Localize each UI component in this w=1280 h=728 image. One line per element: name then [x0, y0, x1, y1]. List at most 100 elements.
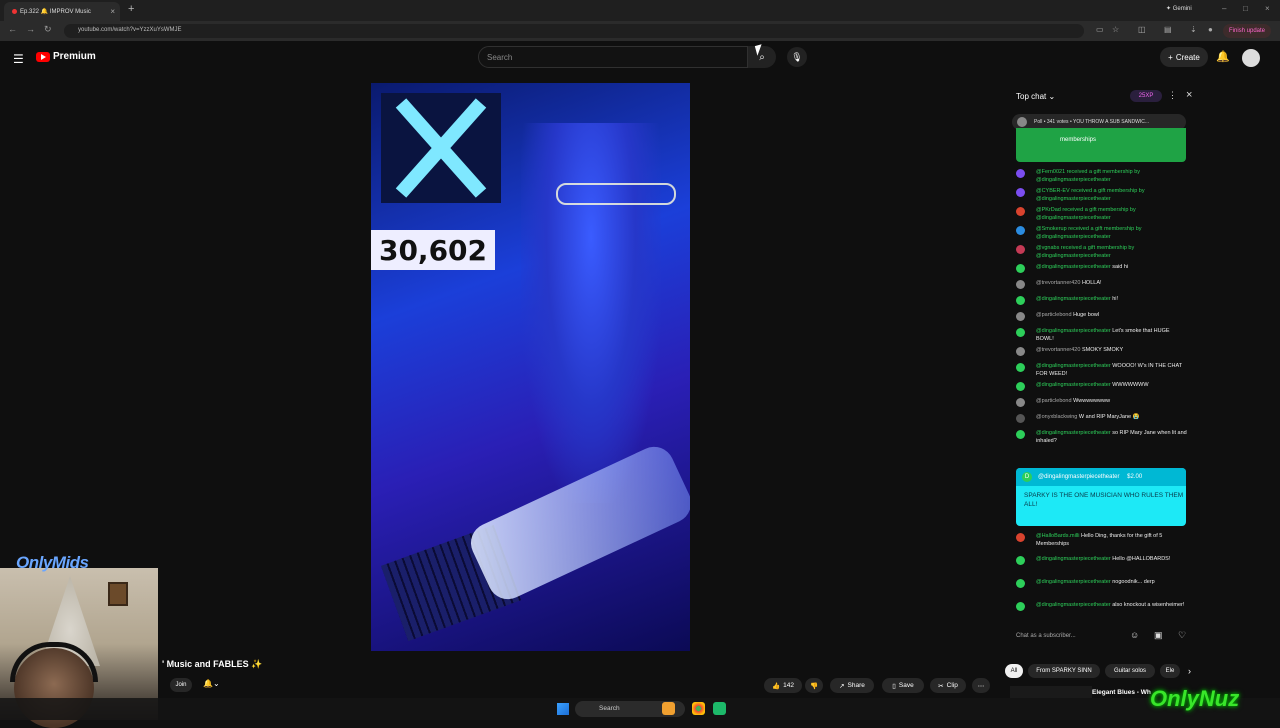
- chat-message[interactable]: @dingalingmasterpiecetheater WOOOO! W's …: [1016, 362, 1188, 378]
- profile-icon[interactable]: ●: [1208, 25, 1213, 34]
- chat-message[interactable]: @trevortanner420 SMOKY SMOKY: [1016, 346, 1188, 356]
- share-label: Share: [847, 682, 865, 689]
- more-actions-button[interactable]: ⋯: [972, 678, 990, 693]
- chat-input[interactable]: Chat as a subscriber...: [1016, 629, 1128, 643]
- close-tab-icon[interactable]: ×: [110, 7, 115, 16]
- chat-message[interactable]: @particlebond Huge bowl: [1016, 311, 1188, 321]
- chat-message[interactable]: @trevortanner420 HOLLA!: [1016, 279, 1188, 289]
- chat-author[interactable]: @dingalingmasterpiecetheater: [1036, 264, 1112, 270]
- chat-author[interactable]: @dingalingmasterpiecetheater: [1036, 430, 1112, 436]
- chat-message-text: @onyxblackwing W and RIP MaryJane 😭: [1016, 413, 1188, 421]
- dislike-button[interactable]: 👎: [805, 678, 823, 693]
- chat-avatar: [1016, 226, 1025, 235]
- browser-tab[interactable]: Ep.322 🔔 IMPROV Music ×: [4, 2, 120, 21]
- chat-author[interactable]: @PKrDad: [1036, 207, 1062, 213]
- new-tab-button[interactable]: +: [128, 3, 134, 15]
- url-field[interactable]: youtube.com/watch?v=YzzXuYsWMJE: [64, 24, 1084, 38]
- chat-message[interactable]: @CYBER-EV received a gift membership by …: [1016, 187, 1188, 203]
- chip-guitar-solos[interactable]: Guitar solos: [1105, 664, 1155, 678]
- cast-icon[interactable]: ▭: [1096, 25, 1104, 34]
- downloads-icon[interactable]: ⇣: [1190, 25, 1197, 34]
- chat-author[interactable]: @dingalingmasterpiecetheater: [1036, 382, 1112, 388]
- chip-more[interactable]: Ele: [1160, 664, 1180, 678]
- xp-badge[interactable]: 25XP: [1130, 90, 1162, 102]
- chat-text: said hi: [1112, 264, 1129, 270]
- voice-search-button[interactable]: 🎙: [787, 47, 807, 67]
- maximize-icon[interactable]: □: [1243, 4, 1248, 13]
- avatar[interactable]: [1242, 49, 1260, 67]
- close-window-icon[interactable]: ×: [1265, 4, 1270, 13]
- chat-author[interactable]: @dingalingmasterpiecetheater: [1036, 363, 1112, 369]
- chat-author[interactable]: @dingalingmasterpiecetheater: [1036, 328, 1112, 334]
- chat-author[interactable]: @HalloBards.milli: [1036, 533, 1081, 539]
- menu-icon[interactable]: ☰: [13, 52, 24, 66]
- heart-icon[interactable]: ♡: [1178, 630, 1186, 641]
- chat-message[interactable]: @PKrDad received a gift membership by @d…: [1016, 206, 1188, 222]
- chat-message[interactable]: @dingalingmasterpiecetheater also knocko…: [1016, 601, 1188, 611]
- chat-message[interactable]: @vgnabs received a gift membership by @d…: [1016, 244, 1188, 260]
- subscription-bell-icon[interactable]: 🔔⌄: [203, 679, 220, 688]
- chat-message[interactable]: @dingalingmasterpiecetheater so RIP Mary…: [1016, 429, 1188, 445]
- chat-message[interactable]: @HalloBards.milli Hello Ding, thanks for…: [1016, 532, 1188, 548]
- chat-message-text: @trevortanner420 HOLLA!: [1016, 279, 1188, 287]
- create-button[interactable]: + Create: [1160, 47, 1208, 67]
- superchat[interactable]: D @dingalingmasterpiecetheater $2.00 SPA…: [1016, 468, 1186, 526]
- windows-start-icon[interactable]: [557, 703, 569, 715]
- chat-author[interactable]: @trevortanner420: [1036, 280, 1082, 286]
- share-button[interactable]: ↗ Share: [830, 678, 874, 693]
- chat-message[interactable]: @dingalingmasterpiecetheater Let's smoke…: [1016, 327, 1188, 343]
- chat-message[interactable]: @onyxblackwing W and RIP MaryJane 😭: [1016, 413, 1188, 423]
- chat-author[interactable]: @dingalingmasterpiecetheater: [1036, 296, 1112, 302]
- chat-message[interactable]: @dingalingmasterpiecetheater said hi: [1016, 263, 1188, 273]
- chat-message[interactable]: @Smokerup received a gift membership by …: [1016, 225, 1188, 241]
- chip-from-channel[interactable]: From SPARKY SINN: [1028, 664, 1100, 678]
- obs-icon[interactable]: [713, 702, 726, 715]
- close-chat-icon[interactable]: ×: [1186, 89, 1192, 101]
- chat-author[interactable]: @Fern0021: [1036, 169, 1067, 175]
- chat-message[interactable]: @dingalingmasterpiecetheater WWWWWWW: [1016, 381, 1188, 391]
- notifications-bell-icon[interactable]: 🔔: [1216, 50, 1230, 63]
- sidebar-icon[interactable]: ▤: [1164, 25, 1172, 34]
- minimize-icon[interactable]: –: [1222, 4, 1226, 13]
- video-player[interactable]: 30,602: [371, 83, 690, 651]
- chat-author[interactable]: @onyxblackwing: [1036, 414, 1079, 420]
- chat-author[interactable]: @CYBER-EV: [1036, 188, 1071, 194]
- chat-author[interactable]: @dingalingmasterpiecetheater: [1036, 602, 1112, 608]
- search-input[interactable]: Search: [478, 46, 748, 68]
- chat-message[interactable]: @Fern0021 received a gift membership by …: [1016, 168, 1188, 184]
- reload-icon[interactable]: ↻: [44, 24, 52, 35]
- recommendation-thumbnail[interactable]: [1010, 686, 1092, 698]
- chat-author[interactable]: @dingalingmasterpiecetheater: [1036, 556, 1112, 562]
- back-icon[interactable]: ←: [8, 24, 17, 34]
- chat-author[interactable]: @dingalingmasterpiecetheater: [1036, 579, 1112, 585]
- chrome-icon[interactable]: [692, 702, 705, 715]
- join-button[interactable]: Join: [170, 678, 192, 692]
- bookmark-star-icon[interactable]: ☆: [1112, 25, 1119, 34]
- chat-message[interactable]: @dingalingmasterpiecetheater Hello @HALL…: [1016, 555, 1188, 565]
- gift-icon[interactable]: ▣: [1154, 630, 1163, 641]
- clip-button[interactable]: ✂ Clip: [930, 678, 966, 693]
- gemini-button[interactable]: ✦ Gemini: [1166, 5, 1192, 12]
- extensions-icon[interactable]: ◫: [1138, 25, 1146, 34]
- top-chat-dropdown[interactable]: Top chat ⌄: [1016, 92, 1055, 101]
- like-button[interactable]: 👍 142: [764, 678, 802, 693]
- youtube-logo[interactable]: Premium: [36, 51, 96, 62]
- chat-author[interactable]: @trevortanner420: [1036, 347, 1082, 353]
- chat-message[interactable]: @dingalingmasterpiecetheater nogoodnik..…: [1016, 578, 1188, 588]
- chip-all[interactable]: All: [1005, 664, 1023, 678]
- chat-author[interactable]: @particlebond: [1036, 312, 1073, 318]
- finish-update-button[interactable]: Finish update: [1223, 24, 1271, 38]
- chat-message[interactable]: @dingalingmasterpiecetheater hi!: [1016, 295, 1188, 305]
- chat-author[interactable]: @vgnabs: [1036, 245, 1061, 251]
- recommendation-title[interactable]: Elegant Blues - Wh: [1092, 689, 1151, 696]
- chevron-right-icon[interactable]: ›: [1188, 666, 1191, 676]
- chat-author[interactable]: @particlebond: [1036, 398, 1073, 404]
- brand-label: Premium: [53, 51, 96, 62]
- save-button[interactable]: ▯ Save: [882, 678, 924, 693]
- forward-icon[interactable]: →: [26, 24, 35, 34]
- app-icon[interactable]: [662, 702, 675, 715]
- chat-author[interactable]: @Smokerup: [1036, 226, 1068, 232]
- chat-message[interactable]: @particlebond Wwwwwwwww: [1016, 397, 1188, 407]
- more-options-icon[interactable]: ⋮: [1168, 90, 1177, 101]
- emoji-icon[interactable]: ☺: [1130, 630, 1139, 640]
